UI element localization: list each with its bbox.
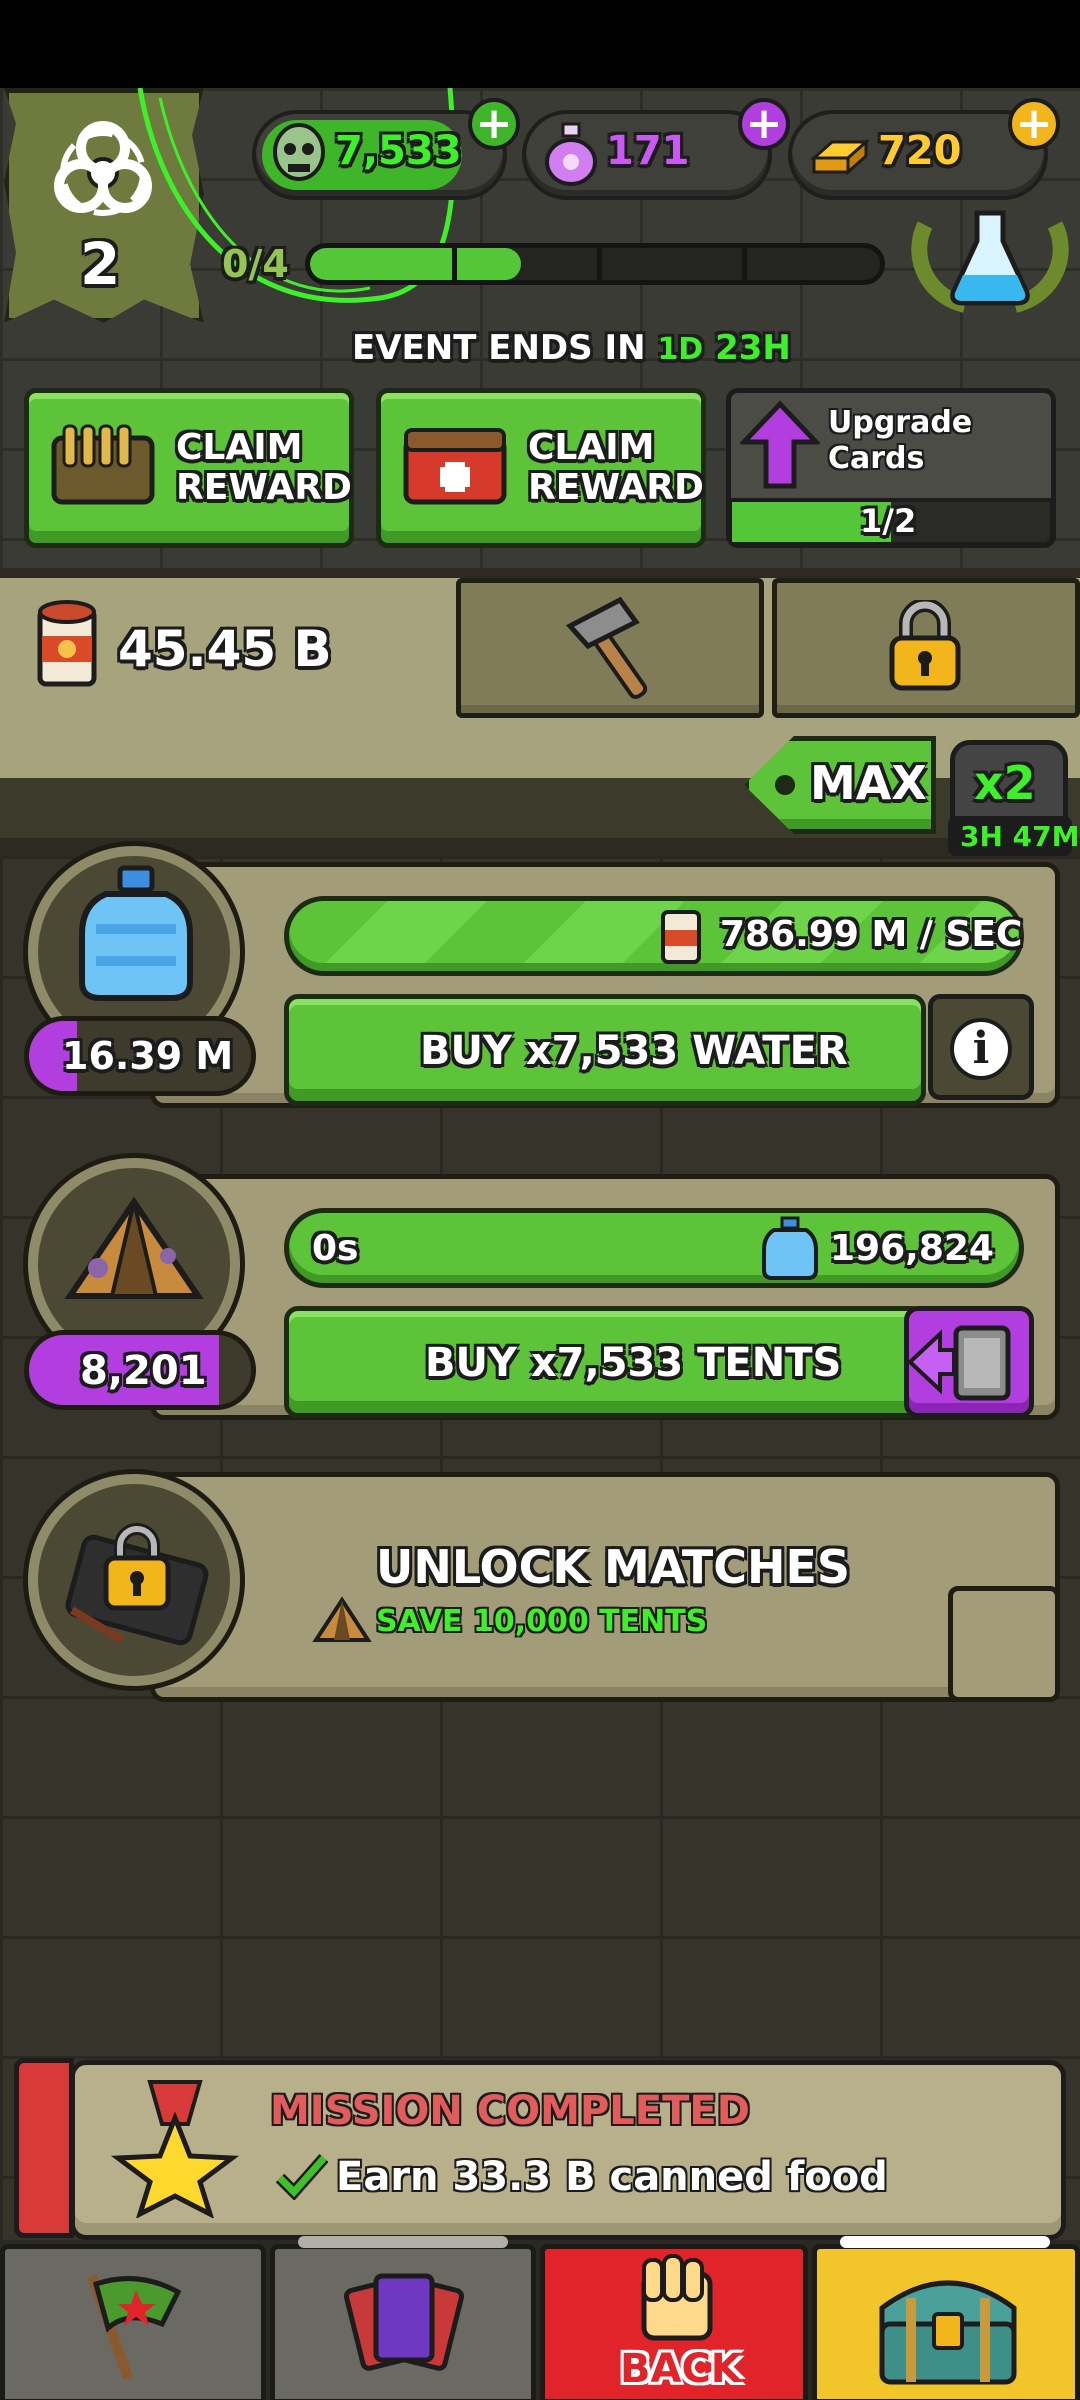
max-label: MAX bbox=[810, 756, 927, 810]
claim-reward-label-2: CLAIM REWARD bbox=[528, 427, 704, 508]
zombie-count: 7,533 bbox=[335, 128, 462, 174]
tent-count: 8,201 bbox=[80, 1348, 207, 1394]
water-rate: 786.99 M / SEC bbox=[720, 914, 1023, 955]
zombie-head-icon bbox=[268, 122, 330, 184]
buy-tents-label: BUY x7,533 TENTS bbox=[425, 1340, 842, 1386]
upgrade-progress-text: 1/2 bbox=[860, 502, 917, 540]
canned-food-total: 45.45 B bbox=[118, 620, 332, 678]
back-label: BACK bbox=[620, 2346, 742, 2392]
cost-water-icon bbox=[762, 1216, 818, 1280]
flag-icon bbox=[78, 2262, 188, 2382]
gold-count: 720 bbox=[878, 128, 962, 174]
add-zombies-button[interactable]: + bbox=[468, 98, 520, 150]
unlock-matches-requirement: SAVE 10,000 TENTS bbox=[376, 1604, 708, 1639]
small-tent-icon bbox=[312, 1596, 372, 1644]
event-hours: 23H bbox=[715, 328, 791, 368]
tent-icon bbox=[64, 1196, 204, 1306]
padlock-icon bbox=[888, 598, 962, 692]
buy-water-label: BUY x7,533 WATER bbox=[420, 1028, 848, 1074]
header-ledge bbox=[0, 710, 720, 770]
mission-status: MISSION COMPLETED bbox=[270, 2088, 750, 2134]
star-medal-icon bbox=[110, 2078, 240, 2219]
medkit-crate-icon bbox=[400, 418, 510, 514]
unlock-matches-title: UNLOCK MATCHES bbox=[376, 1540, 851, 1594]
water-count: 16.39 M bbox=[62, 1034, 234, 1078]
checkmark-icon bbox=[275, 2152, 329, 2201]
fist-icon bbox=[620, 2254, 730, 2354]
nav-tab-shop-notch bbox=[840, 2236, 1050, 2248]
max-button-dot bbox=[775, 775, 795, 795]
tent-cost: 196,824 bbox=[830, 1228, 994, 1269]
water-jug-icon bbox=[76, 864, 196, 1004]
upgrade-arrow-icon bbox=[738, 400, 822, 490]
rate-can-icon bbox=[660, 904, 702, 966]
mission-text: Earn 33.3 B canned food bbox=[336, 2154, 888, 2200]
event-days: 1D bbox=[657, 332, 704, 367]
potion-icon bbox=[542, 122, 600, 186]
gold-bars-icon bbox=[808, 128, 870, 178]
info-icon: i bbox=[950, 1018, 1012, 1080]
canned-food-icon bbox=[34, 596, 100, 692]
event-progress-fill bbox=[310, 248, 521, 280]
level-number: 2 bbox=[80, 230, 121, 298]
event-progress-bar bbox=[305, 243, 885, 285]
potion-count: 171 bbox=[606, 128, 690, 174]
upgrade-cards-label: Upgrade Cards bbox=[828, 405, 973, 476]
matches-row-notch bbox=[948, 1586, 1060, 1702]
hammer-icon bbox=[560, 592, 670, 702]
nav-tab-cards-notch bbox=[298, 2236, 508, 2248]
card-upgrade-icon bbox=[904, 1310, 1034, 1414]
cards-icon bbox=[343, 2262, 465, 2382]
lab-flask-button[interactable] bbox=[905, 205, 1075, 315]
event-ends-label: EVENT ENDS IN 1D 23H bbox=[352, 328, 791, 368]
claim-reward-label-1: CLAIM REWARD bbox=[176, 427, 352, 508]
treasure-chest-icon bbox=[868, 2258, 1028, 2388]
tent-timer: 0s bbox=[312, 1228, 359, 1269]
x2-boost-label: x2 bbox=[974, 756, 1036, 810]
event-progress-text: 0/4 bbox=[222, 242, 289, 286]
add-gold-button[interactable]: + bbox=[1008, 98, 1060, 150]
add-potions-button[interactable]: + bbox=[738, 98, 790, 150]
ammo-crate-icon bbox=[48, 418, 158, 514]
status-bar bbox=[0, 0, 1080, 88]
locked-matches-icon bbox=[62, 1510, 212, 1650]
mission-banner-tab bbox=[14, 2058, 74, 2238]
boost-timer: 3H 47M bbox=[960, 820, 1080, 853]
